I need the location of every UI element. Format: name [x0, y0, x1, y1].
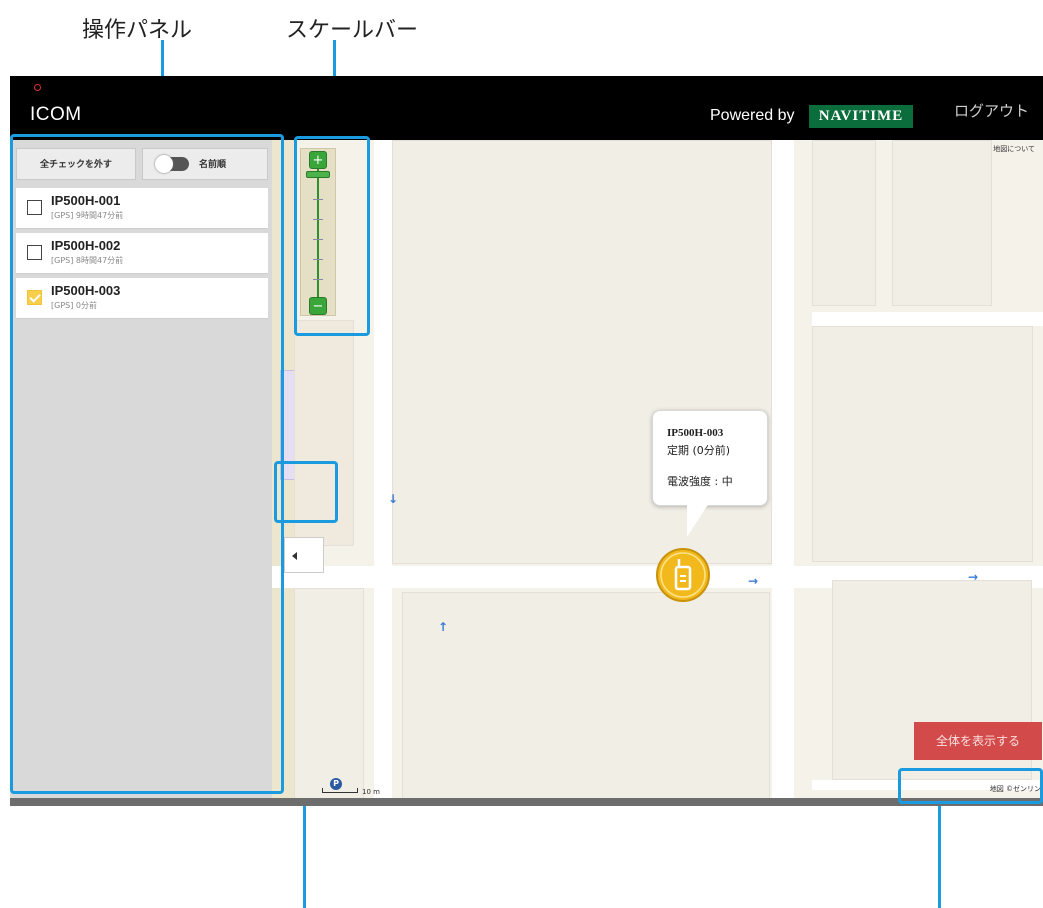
horizontal-scrollbar[interactable]: [10, 798, 1043, 806]
popup-signal: 電波強度 : 中: [667, 475, 733, 488]
popup-status: 定期 (0分前): [667, 444, 731, 457]
powered-by-text: Powered by: [710, 107, 795, 124]
panel-collapse-button[interactable]: [284, 537, 324, 573]
app-header: ICOM Powered by NAVITIME ログアウト: [10, 76, 1043, 140]
callout-line-show-all: [938, 800, 941, 908]
highlight-collapse-button: [274, 461, 338, 523]
device-info-popup: IP500H-003 定期 (0分前) 電波強度 : 中: [652, 410, 768, 537]
radio-device-marker-icon[interactable]: [655, 547, 711, 603]
map-scale-label: 10 m: [362, 788, 380, 796]
highlight-scale-bar: [294, 136, 370, 336]
direction-arrow-icon: ↓: [388, 492, 399, 506]
callout-scale-bar: スケールバー: [286, 18, 419, 43]
callout-operation-panel: 操作パネル: [82, 18, 193, 43]
direction-arrow-icon: →: [968, 570, 979, 584]
about-map-link[interactable]: 地図について: [993, 144, 1035, 154]
icom-logo: ICOM: [30, 84, 82, 126]
chevron-left-icon: [292, 552, 297, 560]
popup-device-name: IP500H-003: [667, 427, 724, 439]
direction-arrow-icon: ↑: [438, 620, 449, 634]
logout-link[interactable]: ログアウト: [954, 100, 1029, 121]
map-area[interactable]: ↓ ↑ → → + − 地図について IP500H-003 定期 (0分前) 電…: [272, 140, 1043, 800]
show-all-button[interactable]: 全体を表示する: [914, 722, 1042, 760]
direction-arrow-icon: →: [748, 574, 759, 588]
map-scale-line: [322, 788, 358, 793]
navitime-logo: NAVITIME: [809, 105, 913, 128]
highlight-show-all-button: [898, 768, 1043, 804]
highlight-operation-panel: [10, 134, 284, 794]
